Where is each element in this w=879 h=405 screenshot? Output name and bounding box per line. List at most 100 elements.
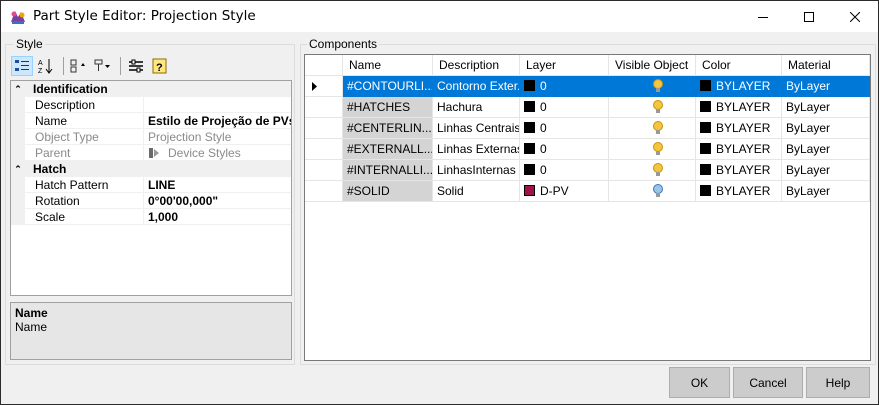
column-header-name[interactable]: Name bbox=[343, 55, 433, 76]
color-swatch bbox=[700, 101, 711, 112]
cell-color[interactable]: BYLAYER bbox=[696, 97, 782, 118]
cell-layer[interactable]: D-PV bbox=[520, 181, 609, 202]
table-row[interactable]: #HATCHES Hachura 0 BYLAYER ByLayer bbox=[305, 97, 870, 118]
cell-color[interactable]: BYLAYER bbox=[696, 76, 782, 97]
column-header-layer[interactable]: Layer bbox=[520, 55, 609, 76]
cell-description[interactable]: Contorno Exter... bbox=[433, 76, 520, 97]
help-button[interactable]: Help bbox=[806, 367, 870, 398]
toolbar-separator bbox=[63, 57, 64, 75]
alphabetical-button[interactable]: A Z bbox=[35, 56, 57, 76]
minimize-button[interactable] bbox=[740, 1, 786, 32]
cell-description[interactable]: Hachura bbox=[433, 97, 520, 118]
cell-layer[interactable]: 0 bbox=[520, 160, 609, 181]
cell-layer[interactable]: 0 bbox=[520, 118, 609, 139]
layer-color-swatch bbox=[524, 164, 535, 175]
row-header[interactable] bbox=[305, 139, 343, 160]
layer-name: D-PV bbox=[540, 184, 569, 198]
cell-color[interactable]: BYLAYER bbox=[696, 118, 782, 139]
row-header[interactable] bbox=[305, 118, 343, 139]
table-row[interactable]: #CENTERLIN... Linhas Centrais 0 BYLAYER … bbox=[305, 118, 870, 139]
categorized-button[interactable] bbox=[11, 56, 33, 76]
row-header[interactable] bbox=[305, 76, 343, 97]
style-group-label: Style bbox=[14, 37, 45, 51]
cell-name[interactable]: #CENTERLIN... bbox=[343, 118, 433, 139]
property-value[interactable] bbox=[143, 97, 291, 113]
cell-visible[interactable] bbox=[609, 139, 696, 160]
property-row-rotation[interactable]: Rotation 0°00'00,000" bbox=[11, 193, 291, 209]
property-row-name[interactable]: Name Estilo de Projeção de PVs bbox=[11, 113, 291, 129]
cell-material[interactable]: ByLayer bbox=[782, 76, 870, 97]
property-value[interactable]: LINE bbox=[143, 177, 291, 193]
property-name: Hatch Pattern bbox=[25, 177, 143, 193]
property-value[interactable]: Estilo de Projeção de PVs bbox=[143, 113, 291, 129]
column-header-visible[interactable]: Visible Object bbox=[609, 55, 696, 76]
cell-color[interactable]: BYLAYER bbox=[696, 160, 782, 181]
close-icon bbox=[850, 11, 860, 22]
property-value[interactable]: 1,000 bbox=[143, 209, 291, 225]
cell-material[interactable]: ByLayer bbox=[782, 97, 870, 118]
property-name: Scale bbox=[25, 209, 143, 225]
app-icon bbox=[11, 11, 25, 24]
row-header[interactable] bbox=[305, 181, 343, 202]
filter-button[interactable] bbox=[92, 56, 114, 76]
column-header-material[interactable]: Material bbox=[782, 55, 870, 76]
cell-material[interactable]: ByLayer bbox=[782, 118, 870, 139]
components-grid: Name Description Layer Visible Object Co… bbox=[304, 54, 871, 361]
cell-name[interactable]: #HATCHES bbox=[343, 97, 433, 118]
cell-material[interactable]: ByLayer bbox=[782, 181, 870, 202]
cell-visible[interactable] bbox=[609, 118, 696, 139]
cell-layer[interactable]: 0 bbox=[520, 97, 609, 118]
cell-color[interactable]: BYLAYER bbox=[696, 181, 782, 202]
collapse-chevron-icon[interactable]: ⌃ bbox=[11, 161, 25, 177]
help-topic-button[interactable]: ? bbox=[149, 56, 171, 76]
table-row[interactable]: #CONTOURLI... Contorno Exter... 0 BYLAYE… bbox=[305, 76, 870, 97]
layer-color-swatch bbox=[524, 122, 535, 133]
cell-visible[interactable] bbox=[609, 160, 696, 181]
cell-material[interactable]: ByLayer bbox=[782, 139, 870, 160]
row-header[interactable] bbox=[305, 160, 343, 181]
cell-description[interactable]: Linhas Externas bbox=[433, 139, 520, 160]
category-identification[interactable]: ⌃ Identification bbox=[11, 81, 291, 97]
cancel-button[interactable]: Cancel bbox=[733, 367, 803, 398]
layer-name: 0 bbox=[540, 100, 547, 114]
cell-color[interactable]: BYLAYER bbox=[696, 139, 782, 160]
cell-name[interactable]: #INTERNALLI... bbox=[343, 160, 433, 181]
cell-name[interactable]: #SOLID bbox=[343, 181, 433, 202]
cell-description[interactable]: Linhas Centrais bbox=[433, 118, 520, 139]
column-header-description[interactable]: Description bbox=[433, 55, 520, 76]
property-row-description[interactable]: Description bbox=[11, 97, 291, 113]
expand-button[interactable] bbox=[68, 56, 90, 76]
ok-button[interactable]: OK bbox=[669, 367, 730, 398]
cell-material[interactable]: ByLayer bbox=[782, 160, 870, 181]
table-row[interactable]: #INTERNALLI... LinhasInternas 0 BYLAYER … bbox=[305, 160, 870, 181]
property-row-object-type: Object Type Projection Style bbox=[11, 129, 291, 145]
cell-visible[interactable] bbox=[609, 181, 696, 202]
cell-name[interactable]: #CONTOURLI... bbox=[343, 76, 433, 97]
close-button[interactable] bbox=[832, 1, 878, 32]
collapse-chevron-icon[interactable]: ⌃ bbox=[11, 81, 25, 97]
maximize-button[interactable] bbox=[786, 1, 832, 32]
table-row[interactable]: #EXTERNALL... Linhas Externas 0 BYLAYER … bbox=[305, 139, 870, 160]
lightbulb-on-icon bbox=[653, 121, 663, 134]
cell-description[interactable]: Solid bbox=[433, 181, 520, 202]
color-swatch bbox=[700, 185, 711, 196]
table-row[interactable]: #SOLID Solid D-PV BYLAYER ByLayer bbox=[305, 181, 870, 202]
dialog-window: Part Style Editor: Projection Style Styl… bbox=[0, 0, 879, 405]
cell-description[interactable]: LinhasInternas bbox=[433, 160, 520, 181]
cell-layer[interactable]: 0 bbox=[520, 76, 609, 97]
property-row-hatch-pattern[interactable]: Hatch Pattern LINE bbox=[11, 177, 291, 193]
row-header[interactable] bbox=[305, 97, 343, 118]
cell-visible[interactable] bbox=[609, 97, 696, 118]
property-value[interactable]: 0°00'00,000" bbox=[143, 193, 291, 209]
cell-layer[interactable]: 0 bbox=[520, 139, 609, 160]
title-bar: Part Style Editor: Projection Style bbox=[1, 1, 878, 32]
layer-color-swatch bbox=[524, 143, 535, 154]
category-hatch[interactable]: ⌃ Hatch bbox=[11, 161, 291, 177]
components-group-label: Components bbox=[307, 37, 380, 51]
cell-name[interactable]: #EXTERNALL... bbox=[343, 139, 433, 160]
column-header-color[interactable]: Color bbox=[696, 55, 782, 76]
lightbulb-on-icon bbox=[653, 163, 663, 176]
property-pages-button[interactable] bbox=[125, 56, 147, 76]
property-row-scale[interactable]: Scale 1,000 bbox=[11, 209, 291, 225]
cell-visible[interactable] bbox=[609, 76, 696, 97]
